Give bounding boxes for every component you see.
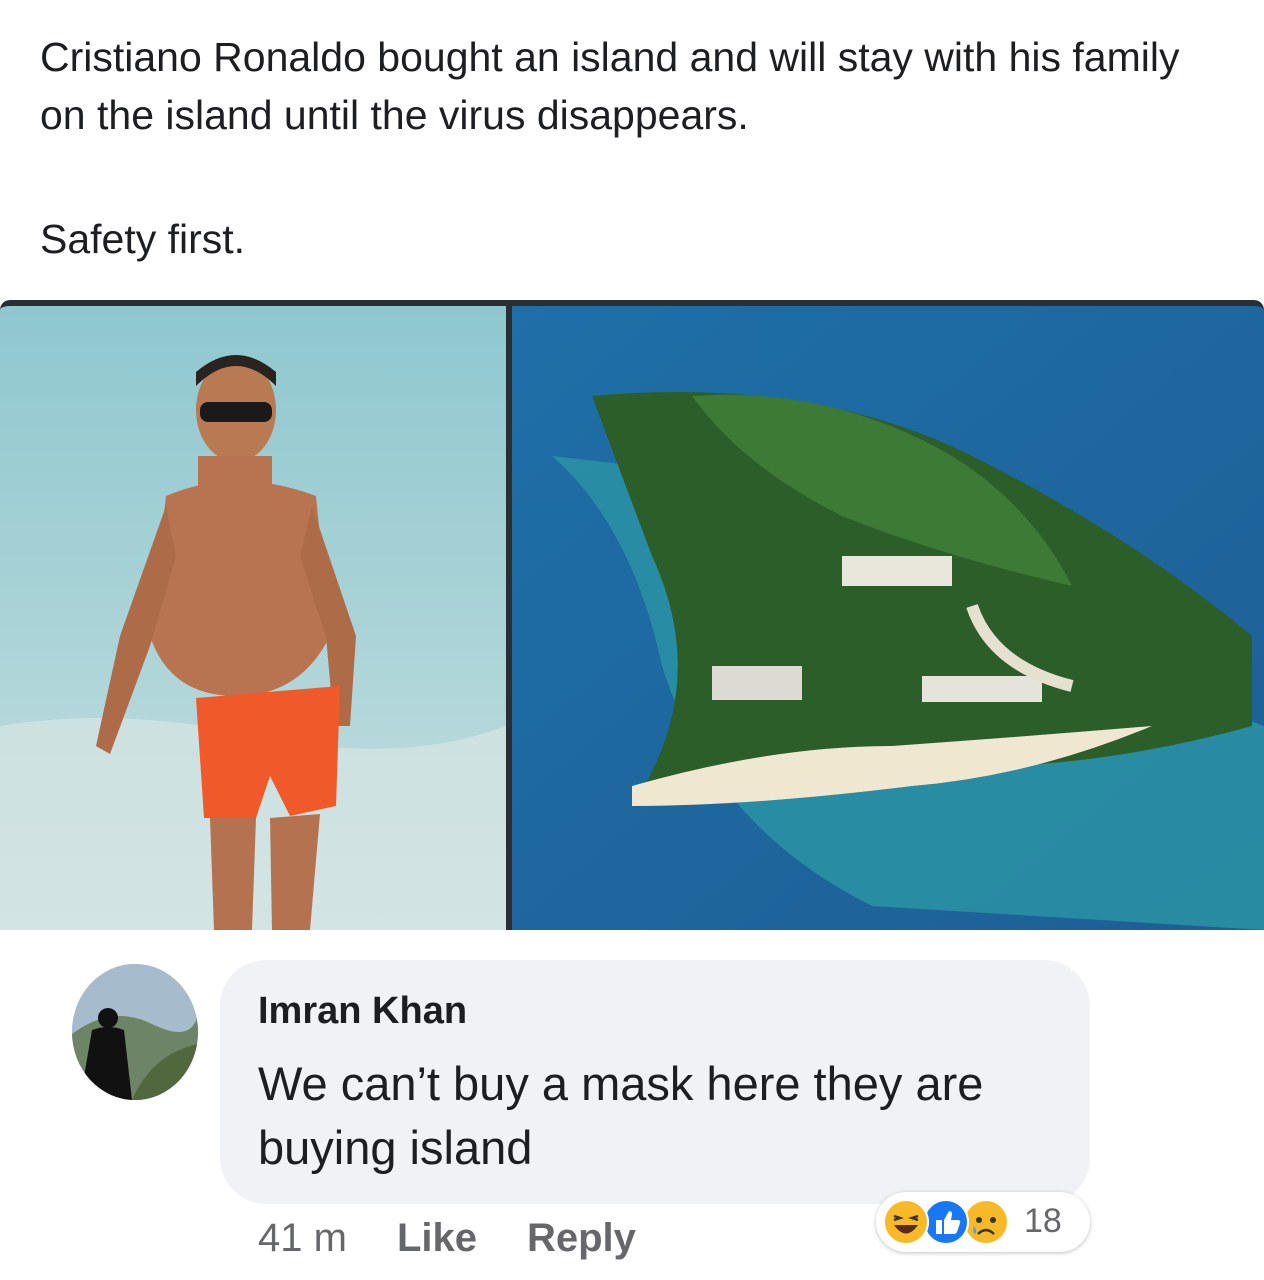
comment-actions: 41 m Like Reply bbox=[258, 1216, 636, 1261]
comment-bubble: Imran Khan We can’t buy a mask here they… bbox=[220, 960, 1090, 1204]
post-photo-grid[interactable] bbox=[0, 300, 1264, 930]
post-text-line-2: Safety first. bbox=[40, 216, 246, 262]
comment-author-name[interactable]: Imran Khan bbox=[258, 990, 467, 1033]
haha-icon bbox=[882, 1198, 930, 1246]
reply-button[interactable]: Reply bbox=[527, 1216, 636, 1261]
post-text-line-1: Cristiano Ronaldo bought an island and w… bbox=[40, 34, 1180, 138]
post-text: Cristiano Ronaldo bought an island and w… bbox=[40, 28, 1220, 268]
reaction-count: 18 bbox=[1024, 1202, 1062, 1240]
person-on-beach-photo[interactable] bbox=[0, 306, 506, 930]
reaction-summary[interactable]: 18 bbox=[876, 1192, 1090, 1252]
comment-timestamp[interactable]: 41 m bbox=[258, 1216, 347, 1261]
comment-text: We can’t buy a mask here they are buying… bbox=[258, 1057, 984, 1174]
aerial-island-photo[interactable] bbox=[512, 306, 1264, 930]
commenter-avatar[interactable] bbox=[72, 964, 198, 1100]
like-button[interactable]: Like bbox=[397, 1216, 477, 1261]
